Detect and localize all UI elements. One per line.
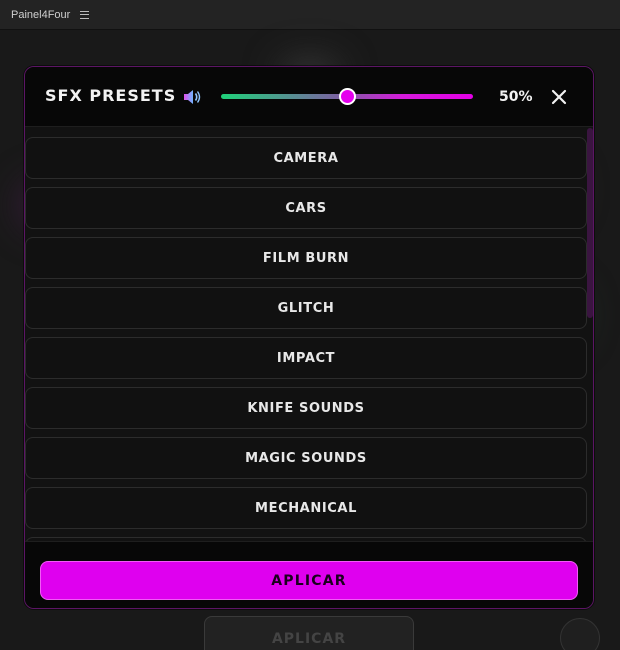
background-apply-button: APLICAR	[204, 616, 414, 650]
gear-icon	[560, 618, 600, 650]
preset-item-cars[interactable]: CARS	[25, 187, 587, 229]
panel-tab-bar: Painel4Four	[0, 0, 620, 30]
panel-title: Painel4Four	[11, 8, 71, 21]
preset-item-mechanical[interactable]: MECHANICAL	[25, 487, 587, 529]
sfx-presets-modal: SFX PRESETS 50% CAMERA CARS FILM BURN GL…	[24, 66, 594, 609]
preset-item-film-burn[interactable]: FILM BURN	[25, 237, 587, 279]
hamburger-icon[interactable]	[80, 10, 90, 19]
volume-value: 50%	[499, 89, 533, 105]
modal-title: SFX PRESETS	[45, 86, 177, 105]
close-icon[interactable]	[551, 89, 567, 105]
modal-header: SFX PRESETS 50%	[25, 67, 593, 127]
modal-footer: APLICAR	[25, 541, 593, 608]
preset-list: CAMERA CARS FILM BURN GLITCH IMPACT KNIF…	[25, 128, 593, 541]
preset-item-magic-sounds[interactable]: MAGIC SOUNDS	[25, 437, 587, 479]
preset-item-knife-sounds[interactable]: KNIFE SOUNDS	[25, 387, 587, 429]
volume-slider-thumb[interactable]	[338, 88, 356, 105]
app-window: Painel4Four APLICAR SFX PRESETS 50% CAME…	[0, 0, 620, 650]
preset-item-impact[interactable]: IMPACT	[25, 337, 587, 379]
preset-item-glitch[interactable]: GLITCH	[25, 287, 587, 329]
speaker-icon[interactable]	[183, 89, 201, 105]
apply-button[interactable]: APLICAR	[40, 561, 578, 600]
scrollbar[interactable]	[587, 128, 593, 318]
preset-item-camera[interactable]: CAMERA	[25, 137, 587, 179]
